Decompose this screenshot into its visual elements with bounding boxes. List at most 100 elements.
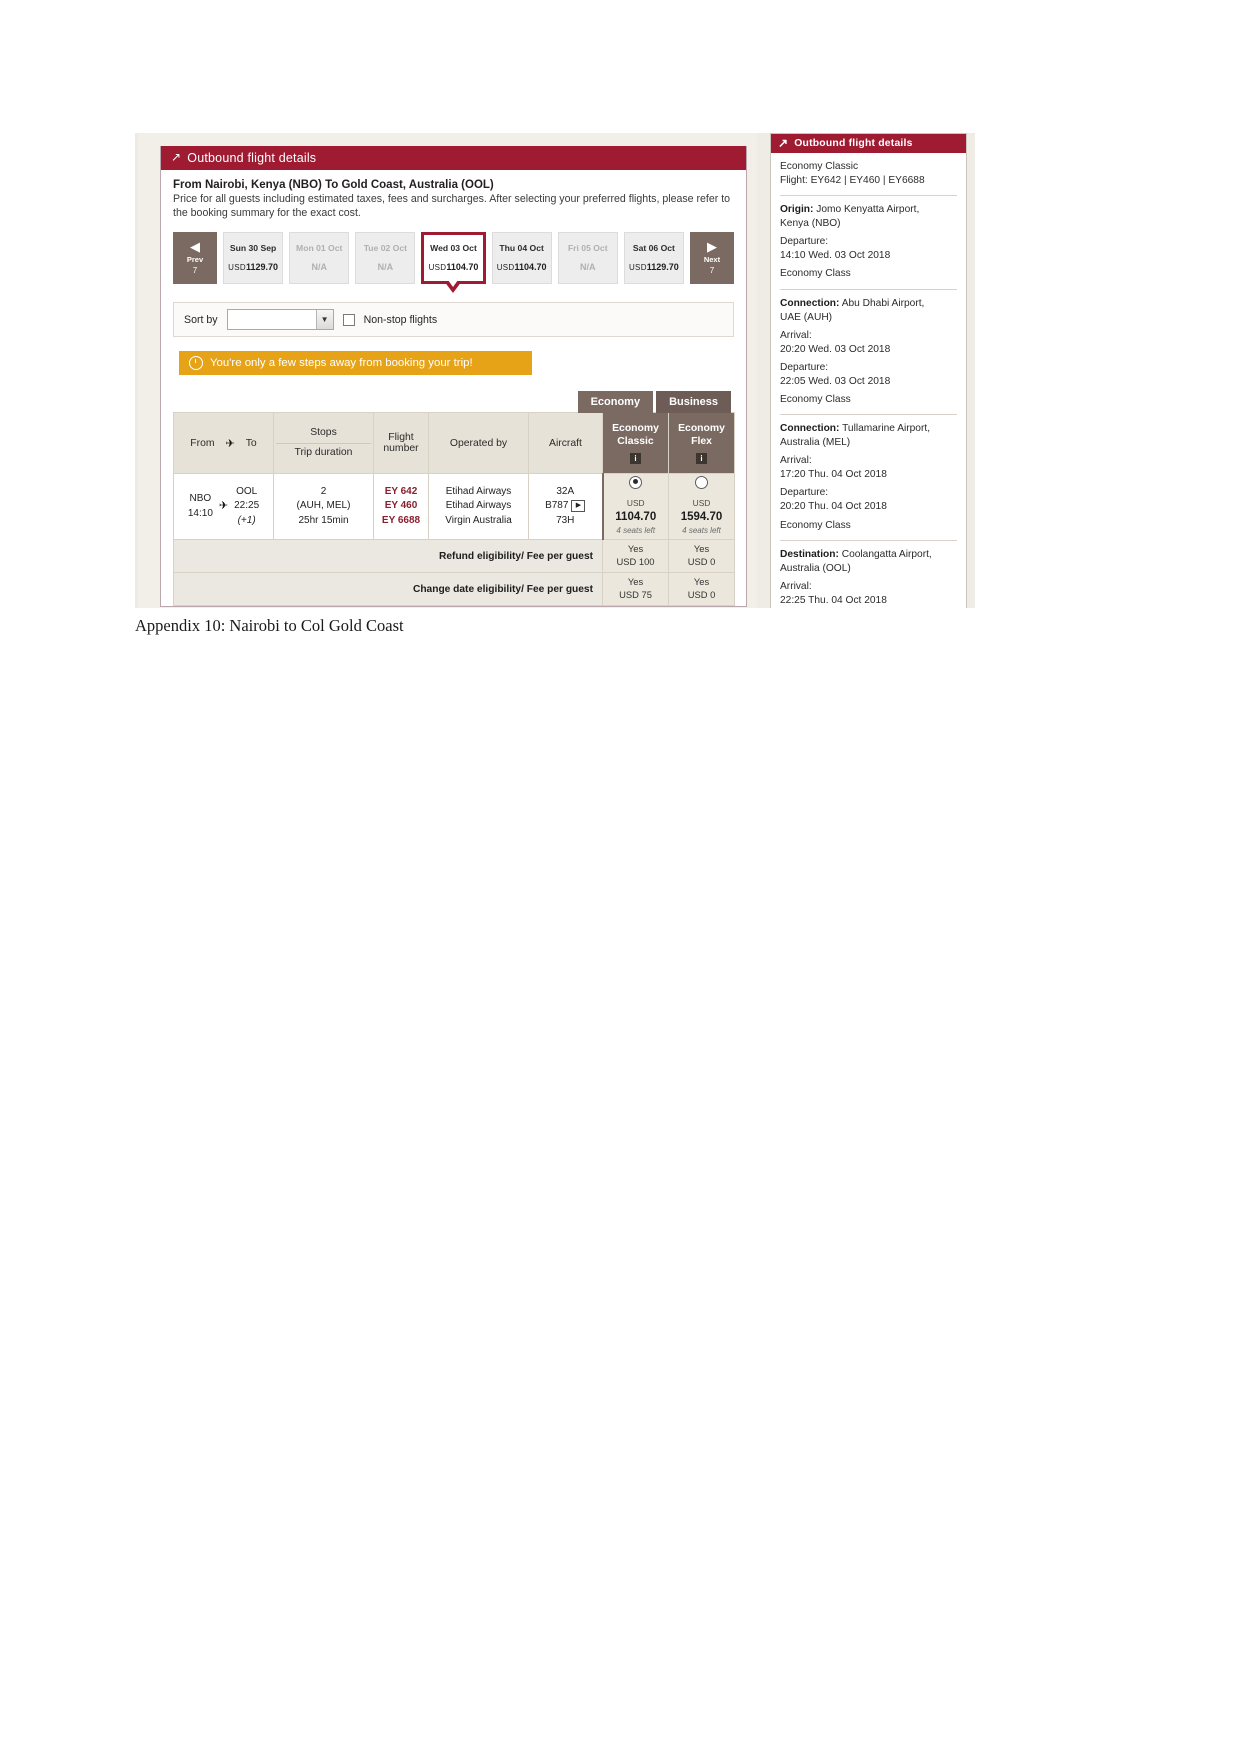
- date-cell-0[interactable]: Sun 30 Sep USD1129.70: [223, 232, 284, 285]
- divider: [780, 288, 957, 290]
- date-cell-5[interactable]: Fri 05 Oct N/A: [557, 232, 618, 285]
- progress-banner-text: You're only a few steps away from bookin…: [210, 357, 473, 370]
- route-title: From Nairobi, Kenya (NBO) To Gold Coast,…: [173, 179, 494, 191]
- header-fare-economy-flex: Economy Flex i: [668, 412, 735, 475]
- fare1-line2: Classic: [617, 435, 654, 447]
- tab-business[interactable]: Business: [656, 391, 731, 414]
- figure-caption: Appendix 10: Nairobi to Col Gold Coast: [135, 616, 404, 635]
- header-fare-economy-classic: Economy Classic i: [602, 412, 669, 475]
- date-price: N/A: [580, 262, 596, 273]
- header-aircraft: Aircraft: [528, 412, 603, 475]
- to-time: 22:25: [234, 500, 260, 512]
- play-icon[interactable]: ▶: [571, 499, 586, 512]
- results-card: ↗ Outbound flight details From Nairobi, …: [160, 146, 747, 608]
- info-icon[interactable]: i: [630, 452, 641, 464]
- cell-aircraft: 32A B787 ▶ 73H: [528, 473, 603, 541]
- refund-fare2: Yes USD 0: [668, 539, 735, 574]
- segment-1-arrival-value: 20:20 Wed. 03 Oct 2018: [780, 343, 891, 355]
- change-fare2: Yes USD 0: [668, 572, 735, 607]
- segment-1-cabin: Economy Class: [780, 394, 851, 406]
- sort-by-select[interactable]: ▼: [226, 309, 334, 331]
- segment-1-arrival-label: Arrival:: [780, 329, 812, 341]
- triangle-right-icon: ▶: [706, 238, 717, 254]
- operator-1: Etihad Airways: [445, 485, 512, 497]
- flight-row: NBO 14:10 ✈ OOL 22:25 (+1) 2 (AUH, MEL) …: [173, 473, 735, 541]
- refund-fare2-yes: Yes: [693, 543, 710, 555]
- route-note: Price for all guests including estimated…: [173, 193, 731, 219]
- triangle-left-icon: ◀: [190, 238, 200, 254]
- date-cell-1[interactable]: Mon 01 Oct N/A: [289, 232, 350, 285]
- header-stops: Stops Trip duration: [273, 412, 374, 475]
- fare2-seats-left: 4 seats left: [682, 526, 721, 536]
- sidebar-title: Outbound flight details: [794, 138, 913, 149]
- segment-1-place-label: Connection:: [780, 297, 840, 309]
- refund-fare1-yes: Yes: [627, 543, 644, 555]
- next-dates-button[interactable]: ▶ Next 7: [689, 232, 734, 285]
- segment-2-arrival-label: Arrival:: [780, 455, 812, 467]
- fare-radio-economy-classic[interactable]: [629, 476, 643, 490]
- date-price: 1104.70: [514, 262, 547, 273]
- sidebar-wrapper: ↗ Outbound flight details Economy Classi…: [757, 133, 975, 608]
- segment-2-place-label: Connection:: [780, 423, 840, 435]
- flight-number-2: EY 460: [384, 500, 418, 512]
- fare2-currency: USD: [692, 497, 711, 508]
- segment-1-place-value2: UAE (AUH): [780, 311, 833, 323]
- arrow-up-right-icon: ↗: [778, 135, 789, 150]
- prev-dates-button[interactable]: ◀ Prev 7: [173, 232, 217, 285]
- date-price: 1129.70: [646, 262, 679, 273]
- flight-number-3: EY 6688: [381, 514, 421, 526]
- divider: [780, 539, 957, 541]
- date-currency: USD: [628, 263, 647, 273]
- fare1-seats-left: 4 seats left: [616, 526, 656, 536]
- refund-eligibility-label: Refund eligibility/ Fee per guest: [173, 539, 603, 574]
- fare1-line1: Economy: [612, 422, 659, 434]
- change-fare1-yes: Yes: [627, 576, 644, 588]
- flight-results-table: From ✈ To Stops Trip duration Flight num…: [173, 412, 735, 607]
- segment-0-departure-value: 14:10 Wed. 03 Oct 2018: [780, 250, 891, 262]
- date-cell-2[interactable]: Tue 02 Oct N/A: [355, 232, 416, 285]
- segment-3-place-label: Destination:: [780, 548, 839, 560]
- cell-fare-economy-classic[interactable]: USD 1104.70 4 seats left: [601, 473, 669, 541]
- cell-stops: 2 (AUH, MEL) 25hr 15min: [273, 473, 374, 541]
- refund-eligibility-row: Refund eligibility/ Fee per guest Yes US…: [173, 539, 735, 574]
- operator-2: Etihad Airways: [445, 500, 512, 512]
- info-icon[interactable]: i: [696, 452, 707, 464]
- cell-flight-numbers: EY 642 EY 460 EY 6688: [373, 473, 429, 541]
- segment-0-place-value: Jomo Kenyatta Airport,: [816, 204, 920, 216]
- fare-radio-economy-flex[interactable]: [695, 476, 708, 490]
- results-panel-header: ↗ Outbound flight details: [161, 146, 746, 170]
- sidebar-segment-connection-mel: Connection: Tullamarine Airport, Austral…: [780, 422, 957, 540]
- prev-label: Prev: [186, 254, 204, 264]
- date-price: 1129.70: [245, 262, 278, 273]
- to-code: OOL: [236, 485, 258, 497]
- airplane-icon: ✈: [218, 499, 229, 512]
- date-price: 1104.70: [446, 262, 479, 273]
- aircraft-2: B787: [545, 500, 569, 512]
- date-cell-3-selected[interactable]: Wed 03 Oct USD1104.70: [421, 232, 486, 294]
- change-fare2-fee: USD 0: [687, 589, 716, 601]
- change-date-eligibility-label: Change date eligibility/ Fee per guest: [173, 572, 603, 607]
- aircraft-2-wrap: B787 ▶: [531, 499, 600, 514]
- cell-from-to: NBO 14:10 ✈ OOL 22:25 (+1): [173, 473, 274, 541]
- from-code: NBO: [189, 493, 212, 505]
- non-stop-flights-checkbox[interactable]: [342, 313, 355, 326]
- cabin-class-tabs: Economy Business: [161, 391, 731, 414]
- refund-fare1-fee: USD 100: [616, 556, 655, 568]
- fare2-line1: Economy: [678, 422, 725, 434]
- date-cell-4[interactable]: Thu 04 Oct USD1104.70: [491, 232, 552, 285]
- prev-count: 7: [192, 266, 198, 276]
- segment-2-departure-label: Departure:: [780, 487, 829, 499]
- segment-2-arrival-value: 17:20 Thu. 04 Oct 2018: [780, 469, 887, 481]
- refund-fare2-fee: USD 0: [687, 556, 716, 568]
- cell-fare-economy-flex[interactable]: USD 1594.70 4 seats left: [668, 473, 735, 541]
- results-panel-title: Outbound flight details: [187, 151, 317, 165]
- segment-0-departure-label: Departure:: [780, 236, 829, 248]
- date-cell-6[interactable]: Sat 06 Oct USD1129.70: [623, 232, 684, 285]
- date-currency: USD: [496, 263, 515, 273]
- date-label: Sun 30 Sep: [229, 243, 277, 254]
- sidebar-segment-origin: Origin: Jomo Kenyatta Airport, Kenya (NB…: [780, 203, 957, 288]
- tab-economy[interactable]: Economy: [577, 391, 654, 414]
- header-from-to: From ✈ To: [173, 412, 274, 475]
- sort-bar: Sort by ▼ Non-stop flights: [173, 302, 734, 338]
- segment-0-place-value2: Kenya (NBO): [780, 218, 841, 230]
